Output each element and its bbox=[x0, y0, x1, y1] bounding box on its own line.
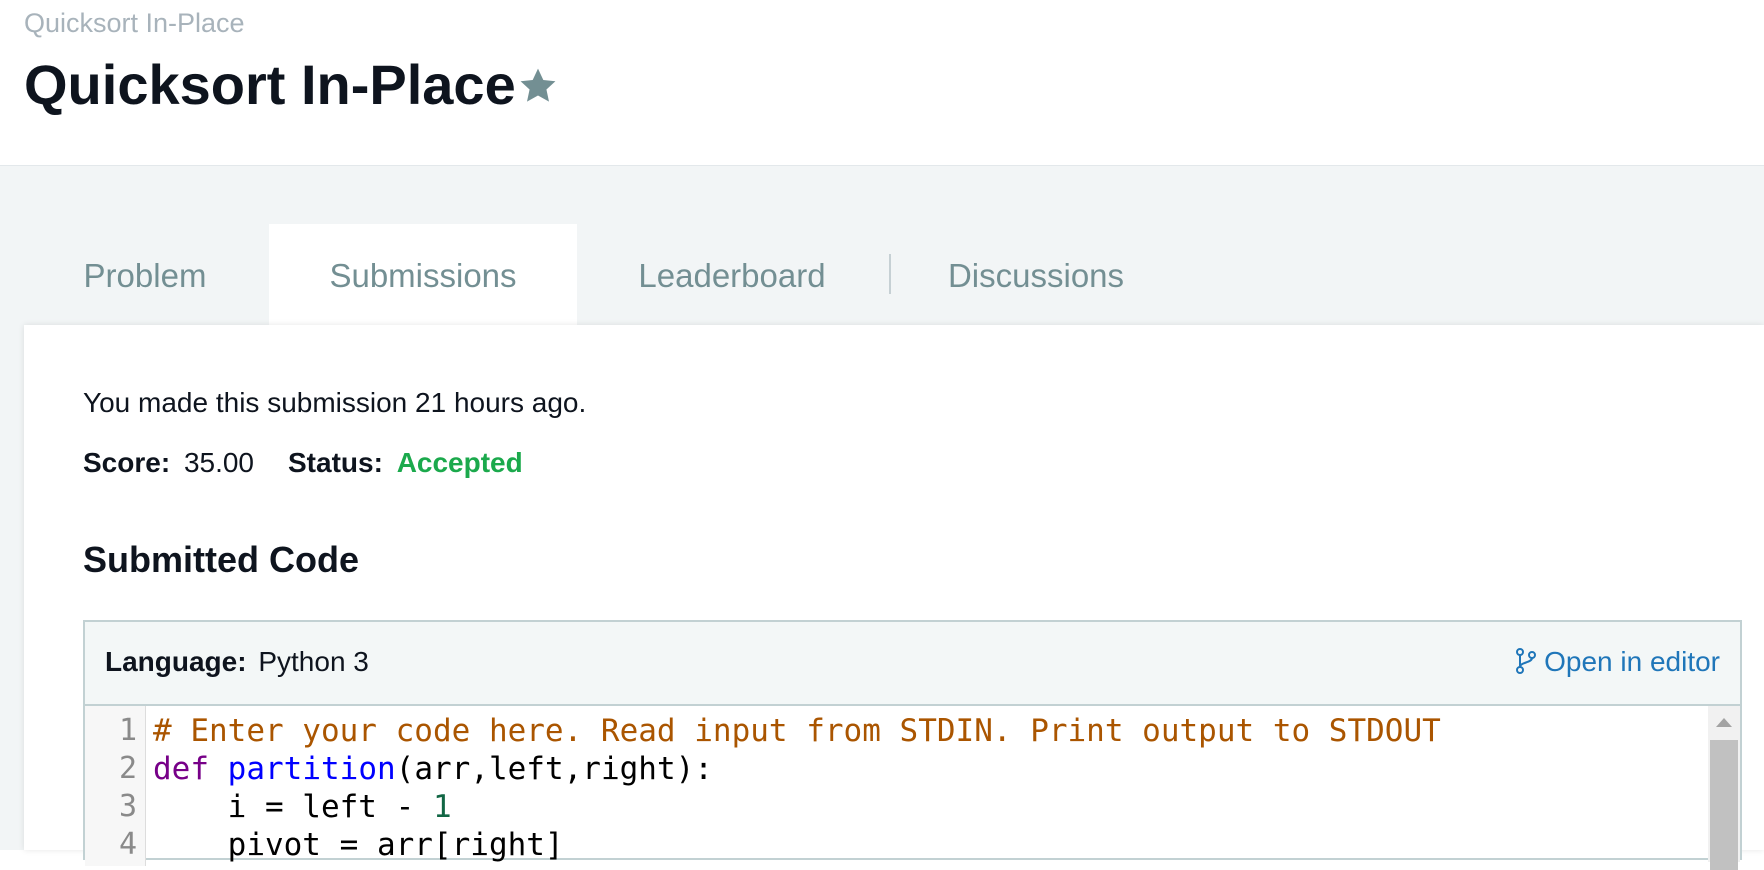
open-in-editor-label: Open in editor bbox=[1544, 646, 1720, 677]
language-field: Language: Python 3 bbox=[105, 646, 369, 678]
score-field: Score: 35.00 bbox=[83, 447, 254, 479]
submitted-code-heading: Submitted Code bbox=[83, 539, 359, 580]
language-value: Python 3 bbox=[258, 646, 369, 677]
star-icon[interactable] bbox=[516, 64, 560, 108]
code-token: def bbox=[153, 751, 209, 787]
tab-submissions[interactable]: Submissions bbox=[269, 224, 577, 325]
vertical-scrollbar[interactable] bbox=[1708, 706, 1740, 870]
code-line: def partition(arr,left,right): bbox=[153, 750, 713, 788]
scrollbar-thumb[interactable] bbox=[1710, 740, 1738, 870]
code-token: # Enter your code here. Read input from … bbox=[153, 713, 1441, 749]
code-line: pivot = arr[right] bbox=[153, 826, 564, 864]
code-line: i = left - 1 bbox=[153, 788, 452, 826]
page-header: Quicksort In-Place Quicksort In-Place bbox=[0, 0, 1764, 166]
code-line: # Enter your code here. Read input from … bbox=[153, 712, 1441, 750]
tab-discussions[interactable]: Discussions bbox=[900, 224, 1172, 325]
code-header: Language: Python 3 Open in editor bbox=[85, 622, 1740, 706]
open-in-editor-link[interactable]: Open in editor bbox=[1514, 646, 1720, 678]
tab-leaderboard[interactable]: Leaderboard bbox=[586, 224, 878, 325]
status-badge: Accepted bbox=[396, 447, 523, 478]
code-token: partition bbox=[227, 751, 396, 787]
tab-divider bbox=[889, 254, 891, 294]
code-token: 1 bbox=[432, 789, 452, 825]
line-number: 4 bbox=[118, 827, 137, 862]
code-token: pivot = arr[right] bbox=[153, 827, 564, 863]
status-field: Status: Accepted bbox=[288, 447, 523, 479]
code-token: (arr,left,right): bbox=[395, 751, 713, 787]
line-number: 2 bbox=[118, 751, 137, 786]
breadcrumb[interactable]: Quicksort In-Place bbox=[24, 8, 245, 39]
status-label: Status: bbox=[288, 447, 383, 478]
code-token: i = left - bbox=[153, 789, 433, 825]
line-number-gutter: 1 2 3 4 bbox=[85, 706, 146, 866]
score-label: Score: bbox=[83, 447, 171, 478]
line-number: 1 bbox=[118, 713, 137, 748]
language-label: Language: bbox=[105, 646, 247, 677]
page-title: Quicksort In-Place bbox=[24, 53, 516, 116]
score-value: 35.00 bbox=[183, 447, 255, 478]
tab-problem[interactable]: Problem bbox=[24, 224, 266, 325]
line-number: 3 bbox=[118, 789, 137, 824]
branch-icon bbox=[1516, 648, 1537, 674]
submission-note: You made this submission 21 hours ago. bbox=[83, 387, 587, 418]
scroll-up-arrow-icon[interactable] bbox=[1716, 718, 1732, 727]
code-viewer: Language: Python 3 Open in editor 1 2 3 … bbox=[83, 620, 1742, 870]
